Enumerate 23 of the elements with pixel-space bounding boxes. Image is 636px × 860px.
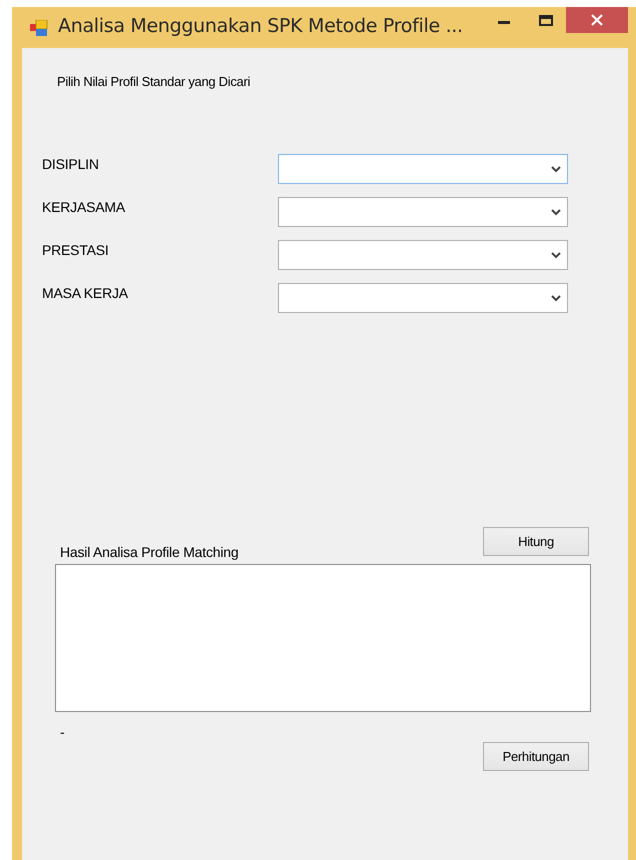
- field-label: DISIPLIN: [42, 155, 100, 172]
- field-label: MASA KERJA: [42, 284, 129, 301]
- chevron-down-icon: [551, 294, 561, 302]
- window-title: Analisa Menggunakan SPK Metode Profile ...: [58, 15, 463, 37]
- field-label: KERJASAMA: [42, 198, 126, 215]
- chevron-down-icon: [551, 166, 561, 172]
- chevron-down-icon: [551, 208, 561, 216]
- maximize-icon: [539, 14, 553, 26]
- details-button[interactable]: Perhitungan: [483, 742, 589, 771]
- calculate-button[interactable]: Hitung: [483, 527, 589, 556]
- chevron-down-icon: [551, 252, 561, 258]
- minimize-icon: [498, 20, 510, 24]
- close-icon: [591, 14, 603, 26]
- result-label: Hasil Analisa Profile Matching: [60, 544, 238, 560]
- status-text: -: [60, 724, 66, 740]
- dropdown-field[interactable]: [278, 240, 568, 270]
- close-button[interactable]: [566, 7, 628, 33]
- field-label: PRESTASI: [42, 241, 110, 258]
- app-icon: [30, 20, 48, 36]
- dropdown-field[interactable]: [278, 197, 568, 227]
- dropdown-field[interactable]: [278, 283, 568, 313]
- dropdown-field[interactable]: [278, 154, 568, 184]
- instruction-text: Pilih Nilai Profil Standar yang Dicari: [57, 74, 252, 91]
